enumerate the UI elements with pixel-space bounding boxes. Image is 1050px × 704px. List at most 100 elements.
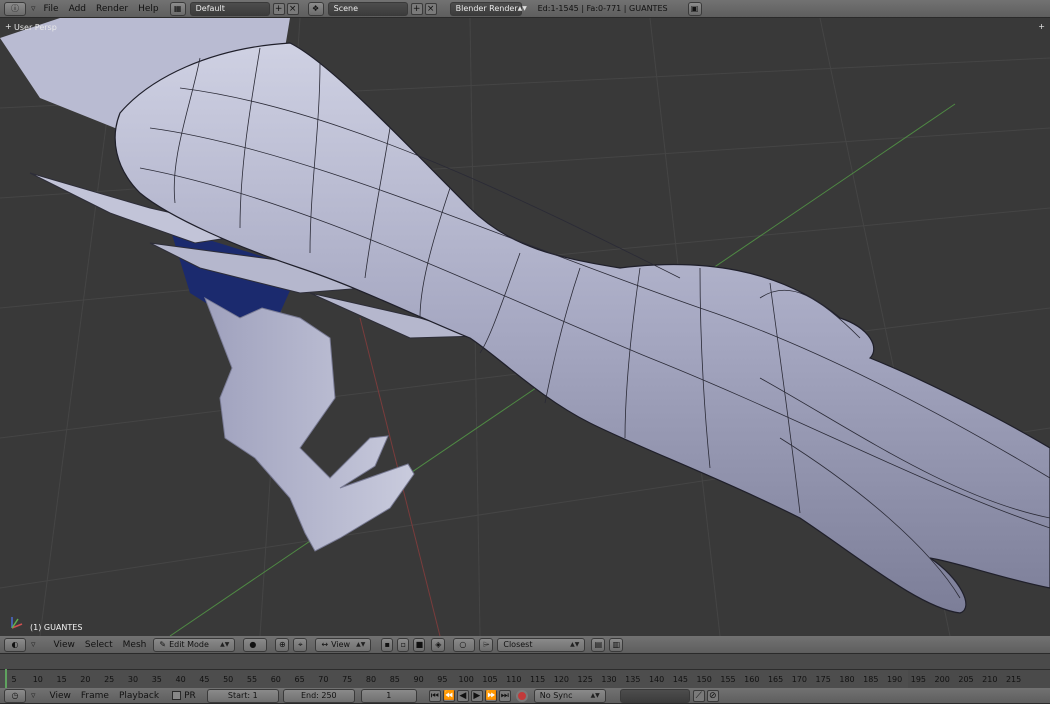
snap-target-value: Closest [503,640,533,649]
preview-range-checkbox[interactable] [172,691,182,700]
shading-select[interactable]: ● [243,637,268,652]
timeline-tick-label: 30 [127,675,139,684]
menu-playback[interactable]: Playback [114,691,164,701]
viewport-properties-toggle-icon[interactable]: + [5,22,12,31]
orientation-icon: ↔ [321,640,329,649]
keying-set-add-icon[interactable]: ⟋ [692,689,705,702]
current-frame-value: 1 [386,691,392,700]
edge-select-icon[interactable]: ▫ [397,637,410,652]
view-label: User Persp [14,23,57,32]
mode-select[interactable]: ✎ Edit Mode ▲▼ [153,637,236,652]
render-preview-icon[interactable]: ▤ [591,637,606,652]
snap-target-select[interactable]: Closest ▲▼ [497,637,586,652]
screen-layout-field[interactable]: Default [189,1,270,16]
orientation-select[interactable]: ↔ View ▲▼ [315,637,372,652]
collapse-menu-icon[interactable]: ▿ [31,640,36,650]
timeline-tick-label: 10 [32,675,43,684]
manipulator-icon[interactable]: ⌖ [293,637,308,652]
preview-range-label: PR [184,690,196,701]
jump-keyframe-back-icon[interactable]: ⏪ [442,689,455,702]
toolshelf-toggle-icon[interactable]: + [1038,22,1045,31]
editor-type-button[interactable]: ◐ [4,637,26,652]
opengl-render-icon[interactable]: ▥ [609,637,624,652]
character-leg [204,296,415,552]
collapse-menu-icon[interactable]: ▿ [31,691,36,701]
collapse-menu-icon[interactable]: ▿ [31,4,36,14]
pivot-icon[interactable]: ⊕ [275,637,290,652]
menu-add[interactable]: Add [64,4,91,14]
jump-keyframe-forward-icon[interactable]: ⏩ [484,689,497,702]
timeline-tick-label: 45 [199,675,210,684]
dropdown-arrows-icon: ▲▼ [570,641,580,648]
jump-end-icon[interactable]: ⏭ [498,689,511,702]
current-frame-marker[interactable] [5,669,7,688]
timeline-tick-label: 120 [553,675,570,684]
screen-layout-name: Default [195,4,225,13]
menu-help[interactable]: Help [133,4,164,14]
jump-start-icon[interactable]: ⏮ [428,689,441,702]
timeline-tick-label: 65 [294,675,305,684]
timeline-tick-label: 140 [648,675,665,684]
dropdown-arrows-icon: ▲▼ [590,692,600,699]
timeline-tick-label: 150 [696,675,712,684]
end-frame-field[interactable]: End: 250 [282,688,355,703]
timeline-tick-label: 35 [151,675,162,684]
start-frame-field[interactable]: Start: 1 [206,688,279,703]
timeline-tick-label: 5 [11,675,17,684]
snap-toggle-icon[interactable]: ⌲ [479,637,494,652]
viewport-header: ◐ ▿ View Select Mesh ✎ Edit Mode ▲▼ ● ⊕ … [0,636,1050,654]
sync-select[interactable]: No Sync ▲▼ [533,688,606,703]
timeline-tick-label: 115 [529,675,546,684]
menu-select[interactable]: Select [80,640,118,650]
timeline-header: ◷ ▿ View Frame Playback PR Start: 1 End:… [0,688,1050,704]
remove-scene-button[interactable]: × [424,2,437,15]
editor-type-button[interactable]: ⓘ [4,1,26,16]
3d-viewport[interactable]: + User Persp + (1) GUANTES [0,18,1050,636]
vertex-select-icon[interactable]: ▪ [381,637,394,652]
menu-view[interactable]: View [49,640,80,650]
remove-screen-button[interactable]: × [286,2,299,15]
timeline-tick-label: 20 [80,675,91,684]
screen-layout-icon[interactable]: ▦ [169,1,186,16]
timeline-tick-label: 205 [958,675,974,684]
timeline-tick-label: 155 [720,675,736,684]
timeline-tick-label: 50 [223,675,234,684]
keying-set-remove-icon[interactable]: ⊘ [706,689,719,702]
timeline-tick-label: 215 [1005,675,1022,684]
timeline-tick-label: 110 [506,675,522,684]
timeline-tick-label: 55 [246,675,258,684]
scene-field[interactable]: Scene [327,1,408,16]
timeline-tick-label: 60 [270,675,281,684]
add-screen-button[interactable]: + [272,2,285,15]
timeline-tick-label: 25 [104,675,115,684]
menu-view[interactable]: View [45,691,76,701]
info-icon: ⓘ [11,4,19,13]
menu-mesh[interactable]: Mesh [118,640,152,650]
occlude-geometry-icon[interactable]: ◈ [431,637,446,652]
scene-icon[interactable]: ❖ [307,1,324,16]
menu-file[interactable]: File [39,4,64,14]
render-engine-select[interactable]: Blender Render ▲▼ [449,1,527,16]
timeline-tick-label: 80 [365,675,377,684]
timeline-tick-label: 165 [767,675,784,684]
edit-mode-icon: ✎ [159,640,167,649]
proportional-edit-select[interactable]: ○ [453,637,476,652]
menu-frame[interactable]: Frame [76,691,114,701]
play-reverse-icon[interactable]: ◀ [456,689,469,702]
current-frame-field[interactable]: 1 [360,688,417,703]
play-icon[interactable]: ▶ [470,689,483,702]
menu-render[interactable]: Render [91,4,133,14]
report-icon[interactable]: ▣ [687,1,702,16]
orientation-value: View [331,640,351,649]
add-scene-button[interactable]: + [410,2,423,15]
face-select-icon[interactable]: ■ [413,637,426,652]
solid-shading-icon: ● [249,640,257,649]
timeline-area[interactable]: 5 10 15 20 25 30 35 40 45 50 55 60 65 70 75 80 85 90 95 100… [0,654,1050,688]
sync-value: No Sync [539,691,573,700]
keying-set-field[interactable] [619,688,690,703]
info-header: ⓘ ▿ File Add Render Help ▦ Default + × ❖… [0,0,1050,18]
record-icon[interactable] [515,689,528,702]
timeline-tick-label: 15 [56,675,67,684]
editor-type-button[interactable]: ◷ [4,688,26,703]
end-frame-value: End: 250 [300,691,337,700]
